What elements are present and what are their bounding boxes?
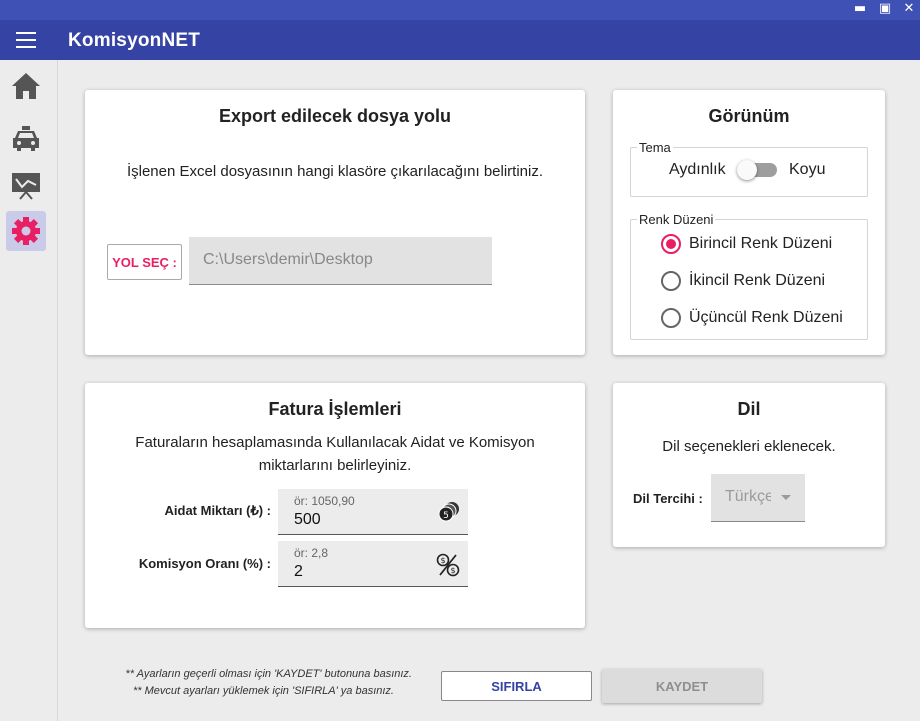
theme-dark-label: Koyu <box>789 161 826 178</box>
footer-note-reset: ** Mevcut ayarları yüklemek için 'SIFIRL… <box>133 685 394 697</box>
coins-icon: 5 <box>438 502 459 522</box>
invoice-description-line1: Faturaların hesaplamasında Kullanılacak … <box>135 434 535 451</box>
option-label: Birincil Renk Düzeni <box>689 235 833 252</box>
language-label: Dil Tercihi : <box>633 491 703 506</box>
taxi-icon <box>13 126 39 151</box>
language-selected-value: Türkçe <box>725 488 771 505</box>
invoice-card: Fatura İşlemleri Faturaların hesaplaması… <box>85 383 585 628</box>
commission-label: Komisyon Oranı (%) : <box>138 556 271 571</box>
app-bar: KomisyonNET <box>0 20 920 60</box>
export-path-card: Export edilecek dosya yolu İşlenen Excel… <box>85 90 585 355</box>
sidebar-item-taxi[interactable] <box>6 118 46 158</box>
home-icon <box>12 73 40 99</box>
theme-toggle-knob <box>737 160 757 180</box>
radio-unchecked-icon <box>661 271 681 291</box>
radio-checked-icon <box>661 234 681 254</box>
color-scheme-legend: Renk Düzeni <box>639 212 714 227</box>
sidebar-item-reports[interactable] <box>6 164 46 204</box>
export-path-field[interactable]: C:\Users\demir\Desktop <box>189 237 492 285</box>
maximize-button[interactable]: ▣ <box>873 0 897 20</box>
fee-input[interactable]: ör: 1050,90 500 5 <box>278 489 468 535</box>
footer-note-save: ** Ayarların geçerli olması için 'KAYDET… <box>125 668 412 680</box>
choose-path-button[interactable]: YOL SEÇ : <box>107 244 182 280</box>
option-label: İkincil Renk Düzeni <box>689 272 826 289</box>
menu-icon[interactable] <box>16 32 36 48</box>
language-card: Dil Dil seçenekleri eklenecek. Dil Terci… <box>613 383 885 547</box>
sidebar-item-home[interactable] <box>6 66 46 106</box>
appearance-card: Görünüm Tema Aydınlık Koyu Renk Düzeni B… <box>613 90 885 355</box>
appearance-card-title: Görünüm <box>708 106 790 126</box>
theme-legend: Tema <box>639 140 671 155</box>
radio-unchecked-icon <box>661 308 681 328</box>
commission-value: 2 <box>294 563 303 580</box>
minimize-button[interactable]: ▬ <box>848 0 872 20</box>
export-card-title: Export edilecek dosya yolu <box>218 106 452 126</box>
svg-text:5: 5 <box>443 511 449 521</box>
option-label: Üçüncül Renk Düzeni <box>689 309 843 326</box>
language-select[interactable]: Türkçe <box>711 474 805 522</box>
fee-label: Aidat Miktarı (₺) : <box>164 503 272 518</box>
chevron-down-icon <box>781 495 791 500</box>
sidebar-item-settings[interactable] <box>6 211 46 251</box>
fee-hint: ör: 1050,90 <box>294 494 355 508</box>
language-description: Dil seçenekleri eklenecek. <box>662 438 836 455</box>
percent-money-icon: $ $ <box>436 553 460 577</box>
sidebar <box>0 60 58 721</box>
invoice-description-line2: miktarlarını belirleyiniz. <box>258 457 412 474</box>
color-scheme-option-secondary[interactable]: İkincil Renk Düzeni <box>661 271 825 291</box>
window-titlebar: ▬ ▣ ✕ <box>0 0 920 20</box>
app-title: KomisyonNET <box>68 30 201 51</box>
invoice-card-title: Fatura İşlemleri <box>268 399 402 419</box>
color-scheme-option-tertiary[interactable]: Üçüncül Renk Düzeni <box>661 308 843 328</box>
export-description: İşlenen Excel dosyasının hangi klasöre ç… <box>126 163 544 180</box>
language-card-title: Dil <box>737 399 761 419</box>
chart-board-icon <box>12 173 40 200</box>
close-button[interactable]: ✕ <box>897 0 920 20</box>
reset-button[interactable]: SIFIRLA <box>441 671 592 701</box>
svg-text:$: $ <box>440 556 445 565</box>
svg-text:$: $ <box>450 566 455 575</box>
commission-input[interactable]: ör: 2,8 2 $ $ <box>278 541 468 587</box>
theme-light-label: Aydınlık <box>669 161 726 178</box>
color-scheme-option-primary[interactable]: Birincil Renk Düzeni <box>661 234 832 254</box>
fee-value: 500 <box>294 511 321 528</box>
save-button[interactable]: KAYDET <box>602 669 762 703</box>
commission-hint: ör: 2,8 <box>294 546 329 560</box>
gear-icon <box>12 217 40 245</box>
